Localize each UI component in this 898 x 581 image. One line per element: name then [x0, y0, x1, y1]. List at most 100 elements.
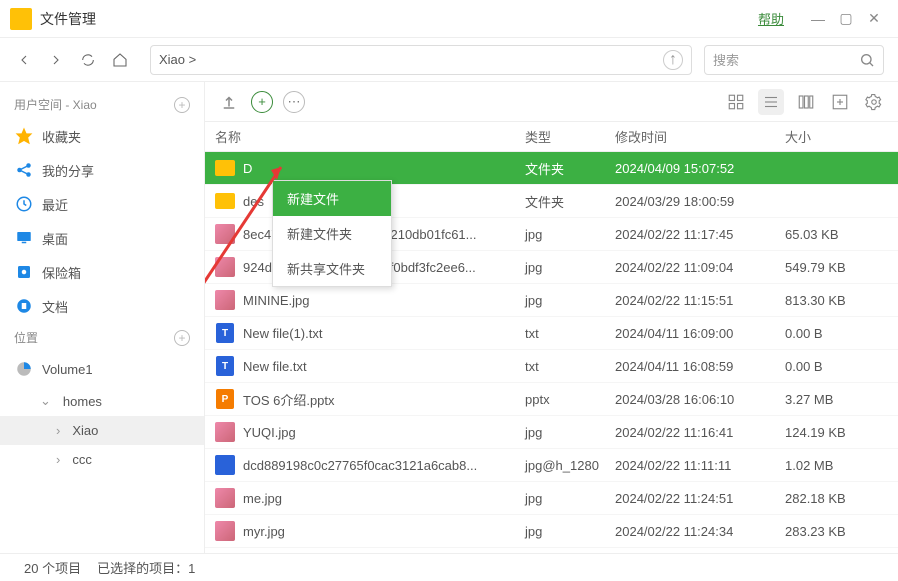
- grid-view-button[interactable]: [724, 90, 748, 114]
- ctx-new-shared-folder[interactable]: 新共享文件夹: [273, 251, 391, 286]
- sidebar-item-label: 我的分享: [42, 161, 94, 180]
- file-date: 2024/04/09 15:07:52: [615, 161, 785, 176]
- sidebar-item-label: 桌面: [42, 229, 68, 248]
- sidebar-item-safe[interactable]: 保险箱: [0, 255, 204, 289]
- forward-button[interactable]: [46, 50, 66, 70]
- col-date[interactable]: 修改时间: [615, 127, 785, 146]
- file-row[interactable]: myr.jpgjpg2024/02/22 11:24:34283.23 KB: [205, 515, 898, 548]
- file-type: jpg: [525, 491, 615, 506]
- sidebar-item-favorites[interactable]: 收藏夹: [0, 119, 204, 153]
- file-name: YUQI.jpg: [243, 425, 296, 440]
- file-row[interactable]: MININE.jpgjpg2024/02/22 11:15:51813.30 K…: [205, 284, 898, 317]
- file-type: jpg: [525, 293, 615, 308]
- file-date: 2024/02/22 11:16:41: [615, 425, 785, 440]
- sidebar-homes[interactable]: ⌄ homes: [0, 386, 204, 416]
- search-input[interactable]: 搜索: [704, 45, 884, 75]
- file-size: 1.02 MB: [785, 458, 885, 473]
- file-row[interactable]: PTOS 6介绍.pptxpptx2024/03/28 16:06:103.27…: [205, 383, 898, 416]
- file-name: TOS 6介绍.pptx: [243, 390, 335, 409]
- pptx-file-icon: P: [215, 389, 235, 409]
- file-date: 2024/02/22 11:24:51: [615, 491, 785, 506]
- image-thumbnail-icon: [215, 488, 235, 508]
- sidebar-item-recent[interactable]: 最近: [0, 187, 204, 221]
- file-row[interactable]: TNew file(1).txttxt2024/04/11 16:09:000.…: [205, 317, 898, 350]
- back-button[interactable]: [14, 50, 34, 70]
- volume-icon: [14, 359, 34, 379]
- refresh-button[interactable]: [78, 50, 98, 70]
- file-type: jpg: [525, 227, 615, 242]
- titlebar: 文件管理 帮助 — ▢ ✕: [0, 0, 898, 38]
- chevron-down-icon: ⌄: [40, 393, 51, 409]
- sidebar-item-desktop[interactable]: 桌面: [0, 221, 204, 255]
- col-size[interactable]: 大小: [785, 127, 885, 146]
- sidebar-item-label: Volume1: [42, 362, 93, 377]
- file-date: 2024/04/11 16:08:59: [615, 359, 785, 374]
- star-icon: [14, 126, 34, 146]
- home-button[interactable]: [110, 50, 130, 70]
- column-view-button[interactable]: [794, 90, 818, 114]
- file-type: pptx: [525, 392, 615, 407]
- file-name: des: [243, 194, 264, 209]
- file-row[interactable]: TNew file.txttxt2024/04/11 16:08:590.00 …: [205, 350, 898, 383]
- file-size: 283.23 KB: [785, 524, 885, 539]
- ctx-new-folder[interactable]: 新建文件夹: [273, 216, 391, 251]
- file-size: 0.00 B: [785, 326, 885, 341]
- sidebar-item-docs[interactable]: 文档: [0, 289, 204, 323]
- file-row[interactable]: me.jpgjpg2024/02/22 11:24:51282.18 KB: [205, 482, 898, 515]
- column-header: 名称 类型 修改时间 大小: [205, 122, 898, 152]
- file-size: 0.00 B: [785, 359, 885, 374]
- settings-button[interactable]: [862, 90, 886, 114]
- sidebar-item-label: 收藏夹: [42, 127, 81, 146]
- file-date: 2024/02/22 11:15:51: [615, 293, 785, 308]
- maximize-button[interactable]: ▢: [832, 10, 860, 27]
- status-selected: 已选择的项目：1: [97, 558, 195, 577]
- file-size: 282.18 KB: [785, 491, 885, 506]
- help-link[interactable]: 帮助: [758, 9, 784, 28]
- image-thumbnail-icon: [215, 455, 235, 475]
- path-input[interactable]: Xiao > ↑: [150, 45, 692, 75]
- new-window-button[interactable]: [828, 90, 852, 114]
- sidebar-item-label: 文档: [42, 297, 68, 316]
- sidebar-xiao[interactable]: › Xiao: [0, 416, 204, 445]
- file-type: txt: [525, 326, 615, 341]
- file-list: 新建文件 新建文件夹 新共享文件夹 D文件夹2024/04/09 15:07:5…: [205, 152, 898, 553]
- close-button[interactable]: ✕: [860, 10, 888, 27]
- sidebar-item-share[interactable]: 我的分享: [0, 153, 204, 187]
- docs-icon: [14, 296, 34, 316]
- minimize-button[interactable]: —: [804, 11, 832, 27]
- new-button[interactable]: +: [251, 91, 273, 113]
- list-view-button[interactable]: [758, 89, 784, 115]
- file-size: 65.03 KB: [785, 227, 885, 242]
- col-type[interactable]: 类型: [525, 127, 615, 146]
- sidebar-ccc[interactable]: › ccc: [0, 445, 204, 474]
- file-size: 124.19 KB: [785, 425, 885, 440]
- col-name[interactable]: 名称: [215, 127, 525, 146]
- context-menu: 新建文件 新建文件夹 新共享文件夹: [272, 180, 392, 287]
- image-thumbnail-icon: [215, 290, 235, 310]
- ctx-new-file[interactable]: 新建文件: [273, 181, 391, 216]
- file-date: 2024/04/11 16:09:00: [615, 326, 785, 341]
- sidebar: 用户空间 - Xiao + 收藏夹 我的分享 最近 桌面 保险箱 文档 位置: [0, 82, 205, 553]
- add-userspace-button[interactable]: +: [174, 97, 190, 113]
- upload-button[interactable]: [217, 90, 241, 114]
- file-date: 2024/02/22 11:24:34: [615, 524, 785, 539]
- file-type: 文件夹: [525, 159, 615, 178]
- search-placeholder: 搜索: [713, 50, 739, 69]
- file-type: txt: [525, 359, 615, 374]
- content-area: + ⋯ 名称 类型 修改时间 大小 新建文件 新建文件夹 新共享文件夹: [205, 82, 898, 553]
- file-row[interactable]: dcd889198c0c27765f0cac3121a6cab8...jpg@h…: [205, 449, 898, 482]
- sidebar-volume1[interactable]: Volume1: [0, 352, 204, 386]
- more-actions-button[interactable]: ⋯: [283, 91, 305, 113]
- path-text: Xiao >: [159, 52, 196, 67]
- sidebar-item-label: 保险箱: [42, 263, 81, 282]
- file-name: New file.txt: [243, 359, 307, 374]
- file-row[interactable]: YUQI.jpgjpg2024/02/22 11:16:41124.19 KB: [205, 416, 898, 449]
- file-date: 2024/02/22 11:17:45: [615, 227, 785, 242]
- add-location-button[interactable]: +: [174, 330, 190, 346]
- status-count: 20 个项目: [24, 558, 81, 577]
- file-type: jpg@h_1280: [525, 458, 615, 473]
- file-date: 2024/02/22 11:09:04: [615, 260, 785, 275]
- file-name: myr.jpg: [243, 524, 285, 539]
- goto-button[interactable]: ↑: [663, 50, 683, 70]
- sidebar-item-label: 最近: [42, 195, 68, 214]
